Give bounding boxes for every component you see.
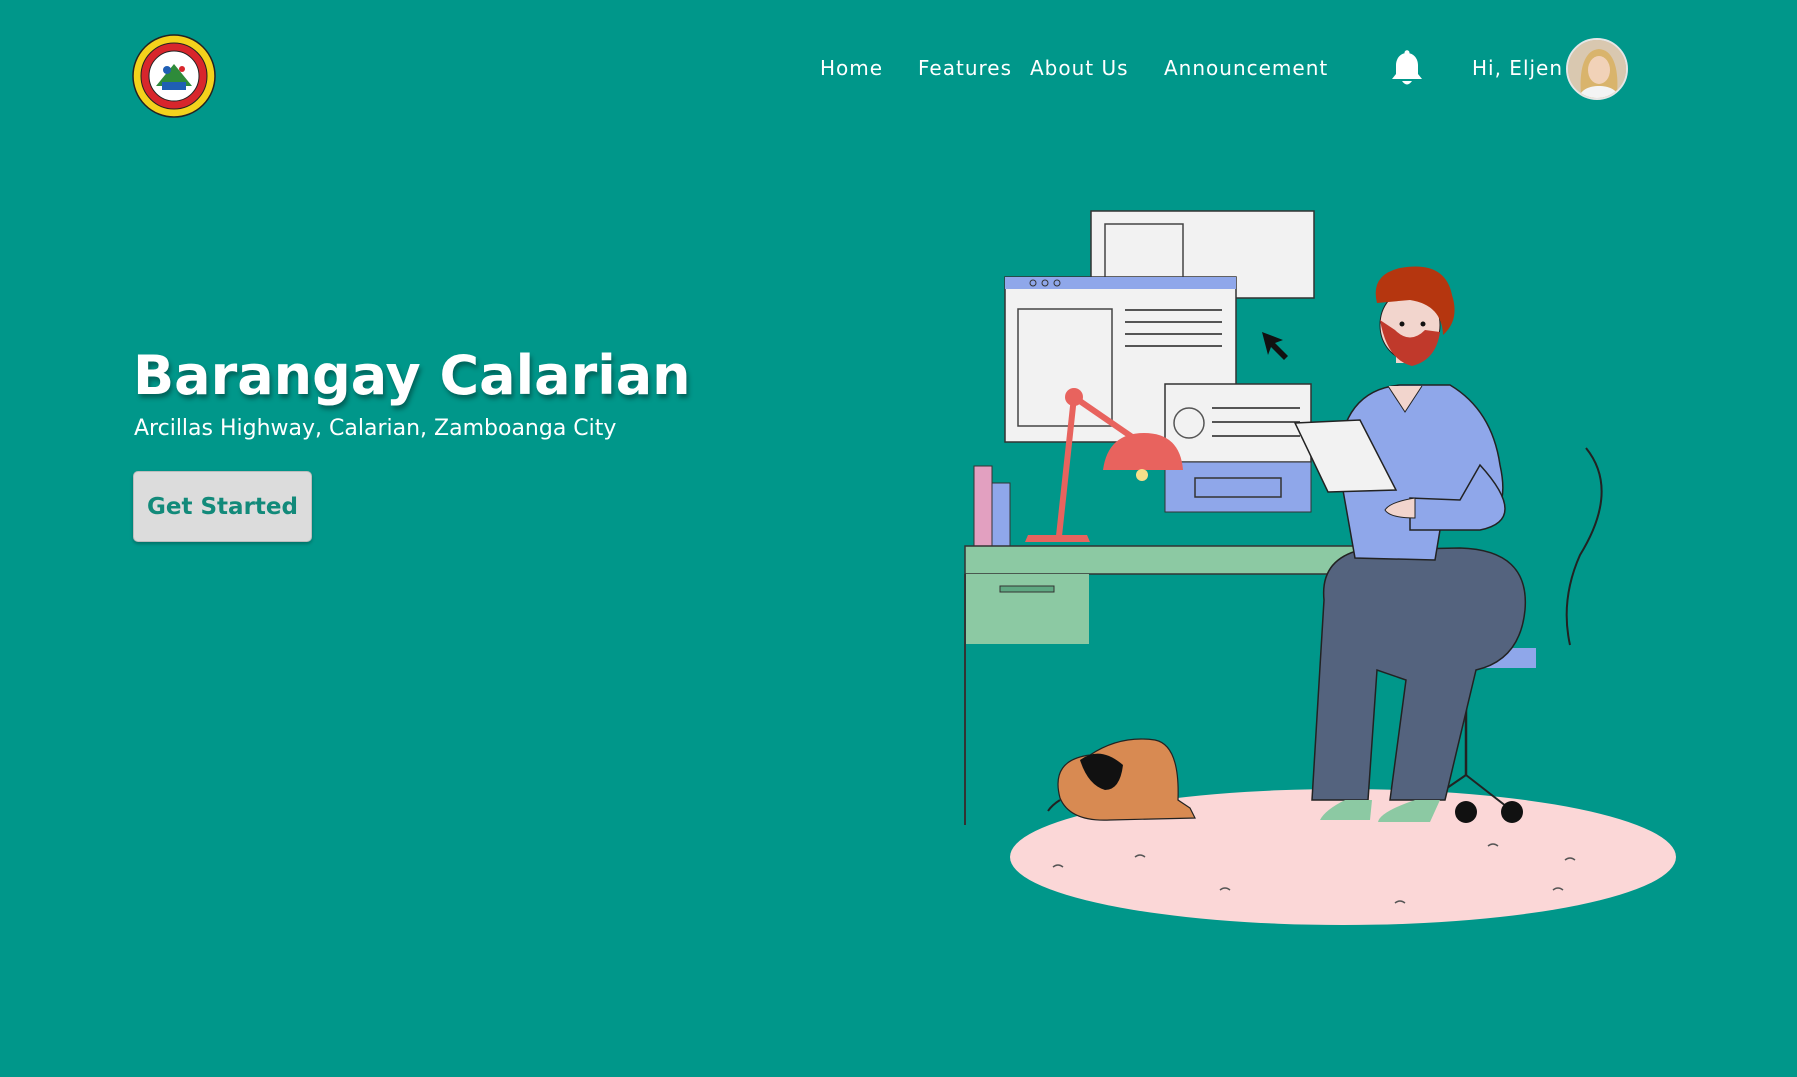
landing-page: Home Features About Us Announcement Hi, …: [0, 0, 1797, 1077]
nav-features-link[interactable]: Features: [918, 56, 1012, 80]
user-greeting: Hi, Eljen: [1472, 56, 1564, 80]
hero-title: Barangay Calarian: [133, 344, 691, 407]
desk-drawer: [966, 574, 1089, 644]
user-avatar[interactable]: [1566, 38, 1628, 100]
cursor-arrow: [1262, 332, 1288, 360]
hero-illustration: [964, 210, 1676, 925]
desk-top: [964, 545, 1366, 575]
nav-home-link[interactable]: Home: [820, 56, 883, 80]
book-pink: [973, 465, 993, 547]
person-at-laptop: [1293, 266, 1527, 822]
nav-announcement-link[interactable]: Announcement: [1164, 56, 1328, 80]
get-started-button[interactable]: Get Started: [133, 471, 312, 542]
nav-about-us-link[interactable]: About Us: [1030, 56, 1129, 80]
avatar-photo: [1568, 40, 1626, 98]
sleeping-dog: [1047, 738, 1196, 821]
book-blue: [991, 482, 1011, 547]
hero-subtitle: Arcillas Highway, Calarian, Zamboanga Ci…: [134, 416, 617, 441]
bell-icon[interactable]: [1390, 50, 1424, 88]
barangay-seal-logo[interactable]: [132, 34, 216, 118]
